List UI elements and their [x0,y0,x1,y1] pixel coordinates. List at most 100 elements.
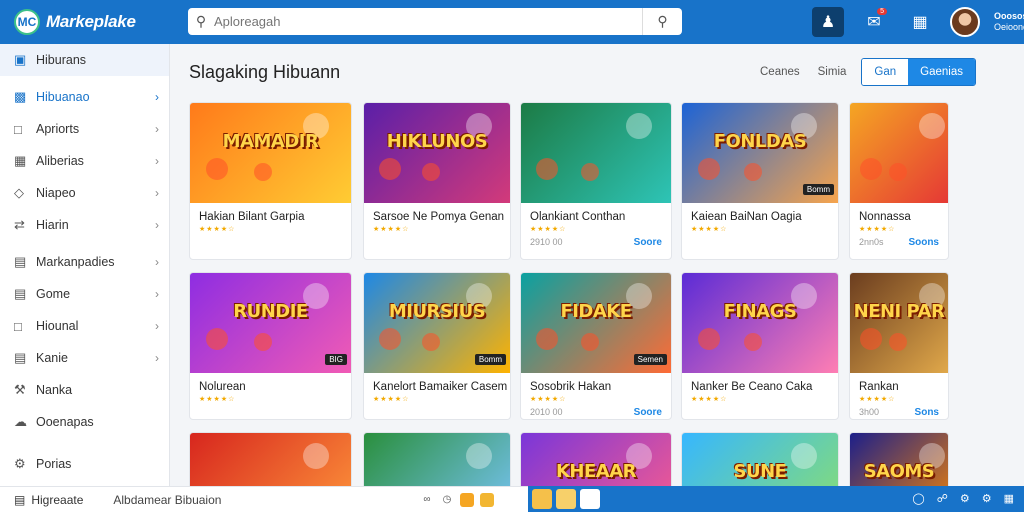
product-name[interactable]: Kanelort Bamaiker Casem [364,373,510,393]
share-icon[interactable]: ☍ [937,492,948,505]
sidebar-item-hiburans[interactable]: ▣ Hiburans [0,44,169,76]
product-action-link[interactable]: Soore [634,237,662,248]
product-card[interactable]: RUNDIE BIG Nolurean ★★★★☆ [189,272,352,420]
product-card[interactable]: MIURSIUS Bomm Kanelort Bamaiker Casem ★★★★☆ [363,272,511,420]
app-logo[interactable]: MC Markeplake [0,9,180,35]
sidebar-item-aliberias[interactable]: ▦ Aliberias › [0,145,169,177]
chevron-right-icon: › [155,255,159,269]
product-name[interactable]: Kaiean BaiNan Oagia [682,203,838,223]
task-app-3[interactable] [580,489,600,509]
doc-icon: ▤ [14,286,27,301]
product-card[interactable]: KHEAAR [520,432,672,492]
product-thumbnail[interactable] [850,103,948,203]
product-card[interactable]: HIKLUNOS Sarsoe Ne Pomya Genan ★★★★☆ [363,102,511,260]
product-name[interactable]: Sarsoe Ne Pomya Genan [364,203,510,223]
sidebar-item-apriorts[interactable]: □ Apriorts › [0,113,169,145]
sidebar-item-label: Kanie [36,351,68,365]
product-name[interactable]: Olankiant Conthan [521,203,671,223]
rating-stars-icon: ★★★★☆ [373,396,410,403]
sidebar-item-hiarin[interactable]: ⇄ Hiarin › [0,209,169,241]
filter-link-b[interactable]: Simia [809,66,856,78]
task-app-2[interactable] [556,489,576,509]
product-thumbnail[interactable]: RUNDIE BIG [190,273,351,373]
product-thumbnail[interactable]: FINAGS [682,273,838,373]
filter-toggle-gan[interactable]: Gan [862,59,909,85]
sidebar-item-hiounal[interactable]: □ Hiounal › [0,310,169,342]
product-card[interactable]: FINAGS Nanker Be Ceano Caka ★★★★☆ [681,272,839,420]
filter-toggle-gaenias[interactable]: Gaenias [908,59,975,85]
product-thumbnail[interactable]: MAMADIR [190,103,351,203]
sidebar-item-label: Hiounal [36,319,79,333]
sidebar-item-kanie[interactable]: ▤ Kanie › [0,342,169,374]
folder-icon: □ [14,121,22,137]
tray-link-icon[interactable]: ∞ [420,493,434,507]
sidebar-item-markanpadies[interactable]: ▤ Markanpadies › [0,246,169,278]
product-price: 2010 00 [530,407,563,417]
settings-alt-icon[interactable]: ⚙ [982,492,992,505]
thumbnail-title: KHEAAR [555,461,637,482]
user-group-icon[interactable]: ♟ [812,7,844,37]
product-name[interactable]: Rankan [850,373,948,393]
product-thumbnail[interactable] [364,433,510,491]
product-action-link[interactable]: Soons [908,237,939,248]
product-card[interactable]: Olankiant Conthan ★★★★☆ 2910 00 Soore [520,102,672,260]
product-thumbnail[interactable]: NENI PAR [850,273,948,373]
product-card[interactable]: Nonnassa ★★★★☆ 2nn0s Soons [849,102,949,260]
tray-app-icon[interactable] [460,492,474,507]
product-name[interactable]: Nolurean [190,373,351,393]
sidebar-item-gome[interactable]: ▤ Gome › [0,278,169,310]
product-thumbnail[interactable]: SAOMS [850,433,948,491]
sidebar-item-niapeo[interactable]: ◇ Niapeo › [0,177,169,209]
product-thumbnail[interactable] [521,103,671,203]
product-card[interactable]: NENI PAR Rankan ★★★★☆ 3h00 Sons [849,272,949,420]
tray-folder-icon[interactable] [480,492,494,507]
rating-stars-icon: ★★★★☆ [859,396,896,403]
avatar[interactable] [950,7,980,37]
settings-icon[interactable]: ⚙ [960,492,970,505]
product-thumbnail[interactable]: KHEAAR [521,433,671,491]
user-info[interactable]: Ooosos Oeioone [994,11,1024,33]
product-card[interactable]: SAOMS [849,432,949,492]
product-name[interactable]: Nanker Be Ceano Caka [682,373,838,393]
sidebar-item-porias[interactable]: ⚙ Porias [0,448,169,480]
sidebar-item-label: Hiarin [36,218,69,232]
product-thumbnail[interactable]: FONLDAS Bomm [682,103,838,203]
decor-blob [697,158,720,180]
market-icon: ▤ [14,254,27,269]
task-app-1[interactable] [532,489,552,509]
chevron-right-icon: › [155,287,159,301]
tray-icons: ∞ ◷ [420,492,494,507]
product-card[interactable]: FONLDAS Bomm Kaiean BaiNan Oagia ★★★★☆ [681,102,839,260]
globe-icon[interactable]: ◯ [912,492,924,505]
search-input[interactable] [214,14,642,29]
grid-menu-icon[interactable]: ▦ [904,7,936,37]
sidebar-item-label: Aliberias [36,154,84,168]
product-action-link[interactable]: Sons [915,407,939,418]
thumbnail-tag: BIG [325,354,347,365]
product-name[interactable]: Hakian Bilant Garpia [190,203,351,223]
grid-icon[interactable]: ▦ [1004,492,1014,505]
product-card[interactable]: FIDAKE Semen Sosobrik Hakan ★★★★☆ 2010 00 Soo… [520,272,672,420]
product-card[interactable] [363,432,511,492]
filter-link-a[interactable]: Ceanes [751,66,809,78]
product-name[interactable]: Sosobrik Hakan [521,373,671,393]
thumbnail-title: FINAGS [723,301,797,322]
product-thumbnail[interactable]: HIKLUNOS [364,103,510,203]
product-action-link[interactable]: Soore [634,407,662,418]
product-card[interactable]: MAMADIR Hakian Bilant Garpia ★★★★☆ [189,102,352,260]
product-thumbnail[interactable]: MIURSIUS Bomm [364,273,510,373]
notifications-icon[interactable]: ✉ 5 [858,7,890,37]
search-button[interactable]: ⚲ [642,8,682,35]
product-thumbnail[interactable]: SUNE [682,433,838,491]
product-card[interactable] [189,432,352,492]
decor-blob [626,113,652,139]
sidebar-item-hibuanao[interactable]: ▩ Hibuanao › [0,81,169,113]
chevron-right-icon: › [155,319,159,333]
product-thumbnail[interactable]: FIDAKE Semen [521,273,671,373]
sidebar-item-ooenapas[interactable]: ☁ Ooenapas [0,406,169,438]
product-thumbnail[interactable] [190,433,351,491]
product-name[interactable]: Nonnassa [850,203,948,223]
product-card[interactable]: SUNE [681,432,839,492]
sidebar-item-nanka[interactable]: ⚒ Nanka [0,374,169,406]
tray-clock-icon[interactable]: ◷ [440,493,454,507]
